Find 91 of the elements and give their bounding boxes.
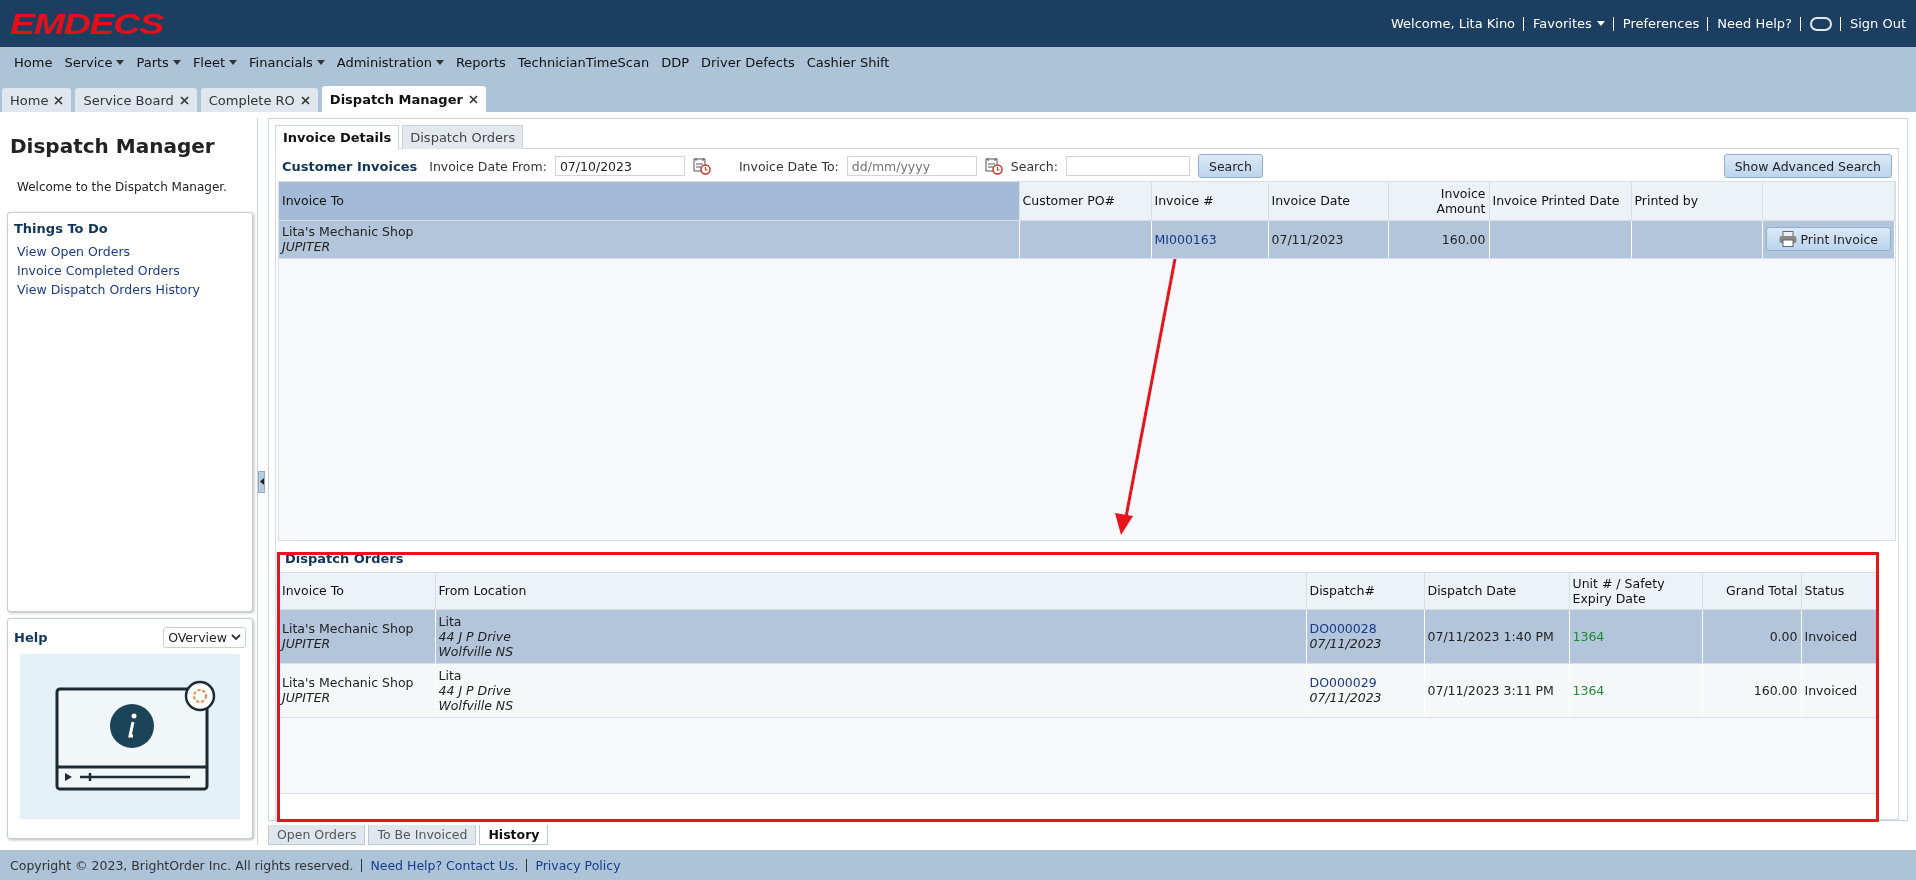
column-header: Printed by [1631,182,1762,220]
date-from-field[interactable]: 07/10/2023 [554,156,685,176]
menu-item[interactable]: Driver Defects [701,55,795,70]
column-header: Invoice To [279,573,435,609]
menu-item[interactable]: Cashier Shift [806,55,890,70]
menu-item[interactable]: Home [14,55,53,70]
column-header: Grand Total [1702,573,1801,609]
copyright-text: Copyright © 2023, BrightOrder Inc. All rights reserved. [10,857,354,873]
menu-item[interactable]: DDP [661,55,689,70]
column-header: Unit # / Safety Expiry Date [1569,573,1702,609]
table-cell: Invoiced [1801,609,1877,663]
search-field[interactable] [1065,156,1190,176]
column-header: Dispatch# [1306,573,1424,609]
page-tab[interactable]: Complete RO [200,88,318,112]
invoice-tab[interactable]: Invoice Details [275,125,400,149]
table-cell: 07/11/2023 1:40 PM [1424,609,1569,663]
panel-title: Things To Do [14,221,109,236]
date-from-label: Invoice Date From: [429,158,547,174]
panel-title: Help [14,630,48,645]
chat-icon[interactable] [1809,16,1832,31]
column-header: From Location [435,573,1306,609]
column-header: Invoice # [1151,182,1268,220]
task-link[interactable]: View Open Orders [17,242,246,261]
bottom-tab[interactable]: History [479,825,549,845]
welcome-message: Welcome to the Dispatch Manager. [17,180,228,194]
column-header: Invoice To [279,182,1019,220]
table-cell: 07/11/2023 3:11 PM [1424,663,1569,717]
close-icon[interactable] [179,95,189,105]
table-cell: Lita 44 J P Drive Wolfville NS [435,609,1306,663]
date-to-field[interactable]: dd/mm/yyyy [846,156,977,176]
chevron-icon [231,634,241,641]
header-link[interactable]: Preferences [1622,16,1700,31]
page-tab[interactable]: Home [2,88,72,112]
help-topic-select[interactable]: OVerview [163,627,246,648]
invoice-tab[interactable]: Dispatch Orders [402,125,524,149]
search-label: Search: [1010,158,1058,174]
section-title: Customer Invoices [282,158,418,174]
page-tab[interactable]: Service Board [75,88,197,112]
collapse-handle[interactable] [258,470,265,493]
close-icon[interactable] [300,95,310,105]
table-cell: DO000028 07/11/2023 [1306,609,1424,663]
calendar-clock-icon[interactable] [692,157,711,175]
search-button[interactable]: Search [1197,154,1263,178]
advanced-search-button[interactable]: Show Advanced Search [1723,154,1892,178]
column-header: Dispatch Date [1424,573,1569,609]
printer-icon [1778,231,1797,247]
table-cell: Lita's Mechanic Shop JUPITER [279,609,435,663]
menu-item[interactable]: Reports [455,55,506,70]
calendar-clock-icon[interactable] [984,157,1003,175]
print-invoice-button[interactable]: Print Invoice [1765,227,1891,251]
welcome-text: Welcome, Lita Kino [1390,16,1516,31]
table-cell: 1364 [1569,609,1702,663]
close-icon[interactable] [468,94,478,104]
caret-icon [1596,21,1605,26]
column-header: Invoice Amount [1388,182,1489,220]
footer-link[interactable]: Privacy Policy [535,857,621,873]
close-icon[interactable] [54,95,64,105]
left-arrow-icon [259,478,264,485]
favorites-menu[interactable]: Favorites [1533,16,1605,31]
table-cell: 160.00 [1388,220,1489,258]
table-cell: Invoiced [1801,663,1877,717]
column-header: Customer PO# [1019,182,1151,220]
bottom-tab[interactable]: Open Orders [268,825,366,845]
menu-item[interactable]: Service [64,55,125,70]
task-link[interactable]: Invoice Completed Orders [17,261,246,280]
menu-item[interactable]: Parts [136,55,181,70]
logo: EMDECS [10,6,163,41]
table-cell: 07/11/2023 [1268,220,1388,258]
menu-item[interactable]: Fleet [192,55,238,70]
table-cell: Lita 44 J P Drive Wolfville NS [435,663,1306,717]
table-cell: 1364 [1569,663,1702,717]
page-tab[interactable]: Dispatch Manager [321,86,486,112]
table-cell: 0.00 [1702,609,1801,663]
header-link[interactable]: Sign Out [1849,16,1906,31]
header-link[interactable]: Need Help? [1717,16,1792,31]
table-cell: Lita's Mechanic Shop JUPITER [279,220,1019,258]
column-header: Invoice Printed Date [1489,182,1631,220]
table-cell: 160.00 [1702,663,1801,717]
footer-link[interactable]: Need Help? Contact Us. [370,857,519,873]
menu-item[interactable]: Financials [249,55,325,70]
sidebar-title: Dispatch Manager [10,134,216,158]
table-cell: DO000029 07/11/2023 [1306,663,1424,717]
table-cell: Lita's Mechanic Shop JUPITER [279,663,435,717]
invoice-link[interactable]: MI000163 [1154,231,1217,247]
bottom-tab[interactable]: To Be Invoiced [368,825,477,845]
date-to-label: Invoice Date To: [738,158,839,174]
column-header: Status [1801,573,1877,609]
task-link[interactable]: View Dispatch Orders History [17,280,246,299]
column-header: Invoice Date [1268,182,1388,220]
menu-item[interactable]: TechnicianTimeScan [517,55,650,70]
menu-item[interactable]: Administration [336,55,444,70]
